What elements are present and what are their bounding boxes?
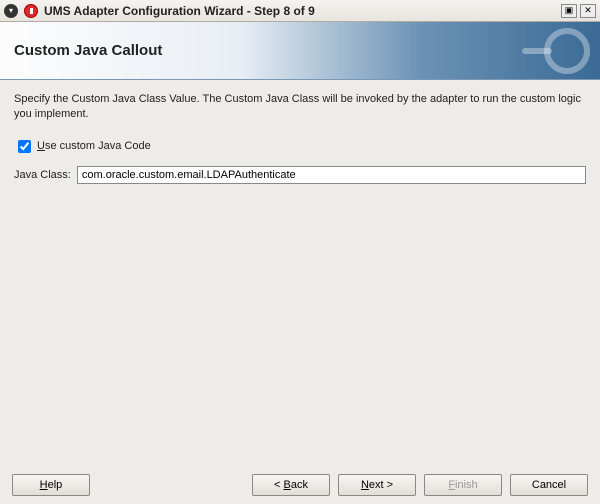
- use-custom-java-label: Use custom Java Code: [37, 140, 151, 152]
- java-class-input[interactable]: [77, 166, 586, 184]
- step-description: Specify the Custom Java Class Value. The…: [14, 92, 586, 123]
- app-icon: [24, 4, 38, 18]
- titlebar: ▾ UMS Adapter Configuration Wizard - Ste…: [0, 0, 600, 22]
- window-menu-dropdown-icon[interactable]: ▾: [4, 4, 18, 18]
- window-title: UMS Adapter Configuration Wizard - Step …: [44, 4, 561, 18]
- wizard-banner: Custom Java Callout: [0, 22, 600, 80]
- wizard-button-bar: Help < Back Next > Finish Cancel: [0, 466, 600, 504]
- wizard-window: ▾ UMS Adapter Configuration Wizard - Ste…: [0, 0, 600, 504]
- wizard-content: Specify the Custom Java Class Value. The…: [0, 80, 600, 466]
- step-heading: Custom Java Callout: [0, 42, 162, 59]
- use-custom-java-checkbox-input[interactable]: [18, 140, 31, 153]
- finish-button[interactable]: Finish: [424, 474, 502, 496]
- maximize-button[interactable]: ▣: [561, 4, 577, 18]
- java-class-row: Java Class:: [14, 166, 586, 184]
- gear-icon: [544, 28, 590, 74]
- close-button[interactable]: ✕: [580, 4, 596, 18]
- use-custom-java-checkbox[interactable]: Use custom Java Code: [14, 137, 586, 156]
- cancel-button[interactable]: Cancel: [510, 474, 588, 496]
- back-button[interactable]: < Back: [252, 474, 330, 496]
- window-controls: ▣ ✕: [561, 4, 596, 18]
- java-class-label: Java Class:: [14, 169, 71, 181]
- help-button[interactable]: Help: [12, 474, 90, 496]
- next-button[interactable]: Next >: [338, 474, 416, 496]
